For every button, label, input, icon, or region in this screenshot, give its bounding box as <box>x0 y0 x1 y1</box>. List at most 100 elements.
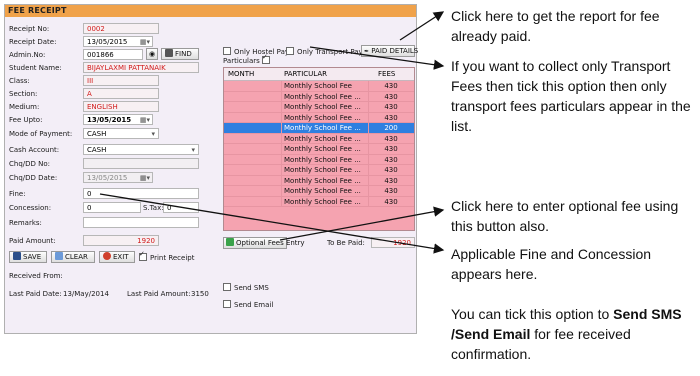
fee-upto-label: Fee Upto: <box>9 116 43 124</box>
table-row[interactable]: June - 2...Monthly School Fee ...430 <box>224 102 414 113</box>
particulars-label: Particulars <box>223 57 260 65</box>
fee-upto-picker[interactable]: 13/05/2015 ▦▾ <box>83 114 153 125</box>
section-field[interactable]: A <box>83 88 159 99</box>
binoculars-icon[interactable]: ◉ <box>146 48 158 60</box>
clear-button[interactable]: CLEAR <box>51 251 95 263</box>
fee-particulars-grid[interactable]: MONTH PARTICULAR FEES April - 2...Monthl… <box>223 67 415 231</box>
table-row[interactable]: July - 2014Monthly School Fee ...430 <box>224 112 414 123</box>
annotation-fine-concession: Applicable Fine and Concession appears h… <box>451 246 652 282</box>
row-particular: Monthly School Fee ... <box>281 112 368 123</box>
table-row[interactable]: October ...Monthly School Fee ...430 <box>224 144 414 155</box>
row-particular: Monthly School Fee ... <box>281 144 368 154</box>
table-row[interactable]: March - ...Monthly School Fee ...430 <box>224 196 414 207</box>
medium-label: Medium: <box>9 103 40 111</box>
row-fees: 430 <box>368 144 413 154</box>
calendar-icon[interactable]: ▦▾ <box>140 115 150 124</box>
table-row[interactable]: April - 2...Monthly School Fee430 <box>224 81 414 92</box>
only-hostel-pay-checkbox[interactable]: Only Hostel Pay <box>223 47 289 56</box>
exit-button[interactable]: EXIT <box>99 251 135 263</box>
fine-input[interactable]: 0 <box>83 188 199 199</box>
fine-label: Fine: <box>9 190 26 198</box>
cash-account-select[interactable]: CASH <box>83 144 199 155</box>
paid-amount-field[interactable]: 1920 <box>83 235 159 246</box>
column-month[interactable]: MONTH <box>228 68 254 80</box>
calendar-icon[interactable]: ▦▾ <box>140 173 150 182</box>
optional-fees-entry-button[interactable]: Optional Fees Entry <box>223 237 305 249</box>
row-particular: Monthly School Fee ... <box>281 186 368 196</box>
find-button[interactable]: FIND <box>161 48 199 60</box>
table-row[interactable]: May - 2...Monthly School Fee ...430 <box>224 91 414 102</box>
section-label: Section: <box>9 90 38 98</box>
annotation-text: You can tick this option to <box>451 306 614 322</box>
last-paid-amount-value: 3150 <box>191 290 209 298</box>
clear-label: CLEAR <box>65 253 88 261</box>
annotation-optional-fees: Click here to enter optional fee using t… <box>451 198 679 234</box>
particulars-checkbox[interactable]: Particulars <box>223 53 273 65</box>
stax-input[interactable]: 0 <box>163 202 199 213</box>
send-email-checkbox[interactable]: Send Email <box>223 300 273 309</box>
stax-label: S.Tax: <box>143 204 164 212</box>
row-particular: Monthly School Fee <box>281 81 368 91</box>
row-fees: 430 <box>368 102 413 112</box>
table-row[interactable]: February...Monthly School Fee ...430 <box>224 186 414 197</box>
print-receipt-checkbox[interactable]: Print Receipt <box>139 250 195 262</box>
receipt-date-label: Receipt Date: <box>9 38 57 46</box>
remarks-input[interactable] <box>83 217 199 228</box>
admin-no-input[interactable]: 001866 <box>83 49 143 60</box>
row-fees: 430 <box>368 81 413 91</box>
table-row[interactable]: January ...Monthly School Fee ...430 <box>224 175 414 186</box>
chq-date-value: 13/05/2015 <box>87 174 128 182</box>
row-fees: 430 <box>368 91 413 102</box>
find-label: FIND <box>175 50 192 58</box>
row-particular: Monthly School Fee ... <box>281 102 368 112</box>
student-name-field[interactable]: BIJAYLAXMI PATTANAIK <box>83 62 199 73</box>
exit-icon <box>103 252 111 260</box>
grid-header: MONTH PARTICULAR FEES <box>224 68 414 81</box>
send-sms-checkbox[interactable]: Send SMS <box>223 283 269 292</box>
save-button[interactable]: SAVE <box>9 251 47 263</box>
paid-details-button[interactable]: ✒ PAID DETAILS <box>361 45 419 57</box>
concession-label: Concession: <box>9 204 52 212</box>
eraser-icon <box>55 252 63 260</box>
row-fees: 430 <box>368 196 413 207</box>
paid-details-label: PAID DETAILS <box>371 47 419 55</box>
table-row[interactable]: Decemb...Monthly School Fee ...430 <box>224 165 414 176</box>
receipt-no-label: Receipt No: <box>9 25 50 33</box>
medium-field[interactable]: ENGLISH <box>83 101 159 112</box>
checkbox-icon <box>286 47 294 55</box>
to-be-paid-field[interactable]: 1920 <box>371 237 415 248</box>
receipt-date-picker[interactable]: 13/05/2015 ▦▾ <box>83 36 153 47</box>
column-fees[interactable]: FEES <box>378 68 395 80</box>
row-particular: Monthly School Fee ... <box>281 196 368 207</box>
row-particular: Monthly School Fee ... <box>281 154 368 165</box>
add-icon <box>226 238 234 246</box>
chq-no-input[interactable] <box>83 158 199 169</box>
table-row[interactable]: Novemb...Monthly School Fee ...430 <box>224 154 414 165</box>
floppy-icon <box>13 252 21 260</box>
row-particular: Monthly School Fee ... <box>281 91 368 102</box>
receipt-date-value: 13/05/2015 <box>87 38 128 46</box>
row-particular: Monthly School Fee ... <box>281 133 368 144</box>
row-particular: Monthly School Fee ... <box>281 175 368 186</box>
annotation-transport: If you want to collect only Transport Fe… <box>451 58 691 134</box>
row-fees: 430 <box>368 175 413 186</box>
table-row[interactable]: August - ...Monthly School Fee ...200 <box>224 123 414 134</box>
class-field[interactable]: III <box>83 75 159 86</box>
chq-date-picker[interactable]: 13/05/2015 ▦▾ <box>83 172 153 183</box>
print-receipt-label: Print Receipt <box>150 254 195 262</box>
only-transport-pay-checkbox[interactable]: Only Transport Pay <box>286 47 363 56</box>
chq-no-label: Chq/DD No: <box>9 160 51 168</box>
remarks-label: Remarks: <box>9 219 42 227</box>
table-row[interactable]: Septemb...Monthly School Fee ...430 <box>224 133 414 144</box>
concession-input[interactable]: 0 <box>83 202 141 213</box>
receipt-no-field[interactable]: 0002 <box>83 23 159 34</box>
binoculars-icon <box>165 49 173 57</box>
fee-receipt-window: FEE RECEIPT Receipt No: 0002 Receipt Dat… <box>4 4 419 334</box>
exit-label: EXIT <box>113 253 129 261</box>
row-fees: 430 <box>368 112 413 123</box>
fee-upto-value: 13/05/2015 <box>87 116 132 124</box>
calendar-icon[interactable]: ▦▾ <box>140 37 150 46</box>
column-particular[interactable]: PARTICULAR <box>284 68 327 80</box>
window-title: FEE RECEIPT <box>5 5 416 17</box>
mode-of-payment-select[interactable]: CASH <box>83 128 159 139</box>
